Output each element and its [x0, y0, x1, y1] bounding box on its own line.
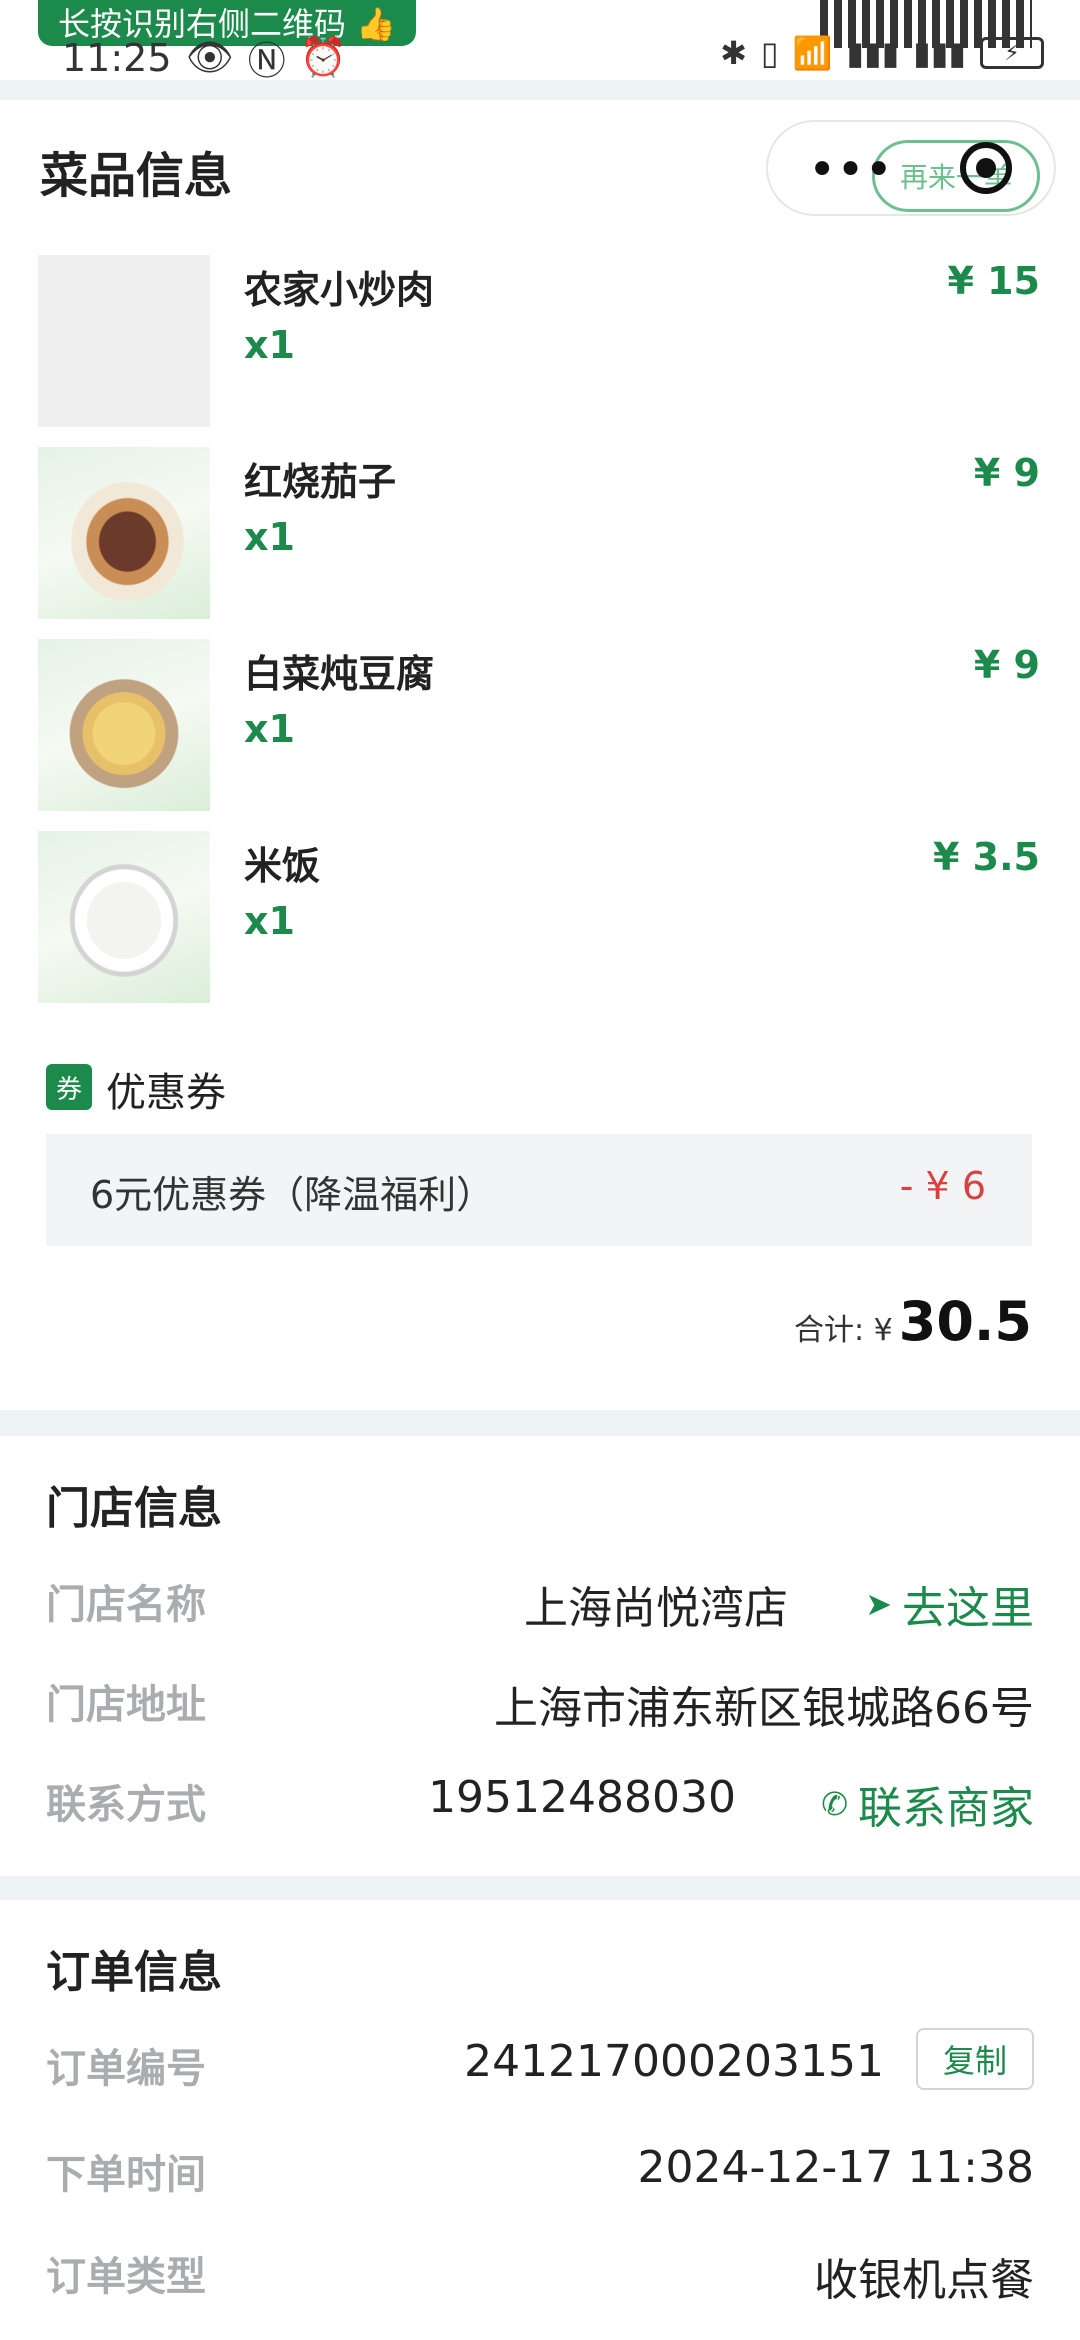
dishes-card: 菜品信息 再来一单 农家小炒肉 x1 ¥ 15 红烧茄子 x1 ¥ 9 白菜炖豆… [0, 100, 1080, 1410]
order-number-value: 241217000203151 [464, 2036, 884, 2087]
coupon-name: 6元优惠券（降温福利） [90, 1173, 495, 1217]
signal-icon: ▮▮▮ [846, 34, 900, 72]
battery-icon: ⚡ [980, 37, 1044, 69]
section-title-order: 订单信息 [46, 1947, 222, 1998]
vibrate-icon: ▯ [760, 34, 779, 72]
store-name-value: 上海尚悦湾店 [524, 1583, 788, 1634]
more-icon[interactable]: ••• [808, 142, 893, 198]
total-value: 30.5 [898, 1290, 1032, 1353]
dish-name: 米饭 [244, 844, 321, 888]
dish-image [38, 639, 210, 811]
dish-image [38, 831, 210, 1003]
dish-price: ¥ 3.5 [933, 835, 1040, 879]
order-number-label: 订单编号 [46, 2046, 206, 2092]
dish-quantity: x1 [244, 323, 295, 367]
eye-icon: 👁 [185, 35, 234, 79]
dish-quantity: x1 [244, 707, 295, 751]
order-time-value: 2024-12-17 11:38 [637, 2142, 1035, 2193]
coupon-amount: - ¥ 6 [899, 1164, 986, 1208]
store-address-row: 门店地址 上海市浦东新区银城路66号 [0, 1672, 1080, 1734]
phone-icon: ✆ [821, 1785, 848, 1823]
order-time-row: 下单时间 2024-12-17 11:38 [0, 2142, 1080, 2202]
section-title-dishes: 菜品信息 [40, 148, 233, 204]
reorder-button[interactable]: 再来一单 [872, 140, 1040, 212]
bluetooth-icon: ✱ [720, 34, 747, 72]
navigate-link[interactable]: ➤ 去这里 [865, 1572, 1034, 1636]
dish-item[interactable]: 白菜炖豆腐 x1 ¥ 9 [0, 639, 1080, 811]
contact-merchant-link[interactable]: ✆ 联系商家 [821, 1772, 1034, 1836]
clock: 11:25 👁 Ⓝ ⏰ [62, 30, 347, 85]
store-address-value: 上海市浦东新区银城路66号 [494, 1683, 1034, 1734]
store-contact-label: 联系方式 [46, 1782, 206, 1828]
total-label: 合计: ¥ [794, 1313, 893, 1348]
order-card: 订单信息 订单编号 241217000203151 复制 下单时间 2024-1… [0, 1900, 1080, 2340]
store-card: 门店信息 门店名称 上海尚悦湾店 ➤ 去这里 门店地址 上海市浦东新区银城路66… [0, 1436, 1080, 1876]
dish-quantity: x1 [244, 899, 295, 943]
contact-merchant-label: 联系商家 [858, 1783, 1034, 1834]
order-number-row: 订单编号 241217000203151 复制 [0, 2028, 1080, 2096]
store-name-row: 门店名称 上海尚悦湾店 ➤ 去这里 [0, 1572, 1080, 1634]
thumb-up-icon: 👍 [356, 5, 396, 43]
order-time-label: 下单时间 [46, 2152, 206, 2198]
system-icons: ✱ ▯ 📶 ▮▮▮ ▮▮▮ ⚡ [720, 34, 1044, 72]
store-contact-row: 联系方式 19512488030 ✆ 联系商家 [0, 1772, 1080, 1834]
order-type-label: 订单类型 [46, 2254, 206, 2300]
store-address-label: 门店地址 [46, 1682, 206, 1728]
alarm-icon: ⏰ [299, 35, 348, 79]
coupon-tag-icon: 券 [46, 1064, 92, 1110]
copy-button[interactable]: 复制 [916, 2028, 1034, 2090]
store-name-label: 门店名称 [46, 1582, 206, 1628]
order-type-value: 收银机点餐 [814, 2255, 1034, 2306]
dish-name: 红烧茄子 [244, 460, 397, 504]
dish-quantity: x1 [244, 515, 295, 559]
status-time: 11:25 [62, 35, 172, 80]
dish-image [38, 447, 210, 619]
dish-name: 白菜炖豆腐 [244, 652, 435, 696]
status-bar: 长按识别右侧二维码 👍 11:25 👁 Ⓝ ⏰ ✱ ▯ 📶 ▮▮▮ ▮▮▮ ⚡ [0, 0, 1080, 83]
dish-item[interactable]: 农家小炒肉 x1 ¥ 15 [0, 255, 1080, 427]
close-miniprogram-icon[interactable] [960, 142, 1012, 194]
dish-price: ¥ 9 [973, 643, 1040, 687]
dish-item[interactable]: 红烧茄子 x1 ¥ 9 [0, 447, 1080, 619]
wifi-icon: 📶 [792, 34, 833, 72]
section-title-store: 门店信息 [46, 1483, 222, 1534]
coupon-title: 优惠券 [106, 1070, 226, 1116]
store-phone-value: 19512488030 [428, 1772, 736, 1823]
dish-price: ¥ 15 [947, 259, 1040, 303]
navigate-label: 去这里 [902, 1583, 1034, 1634]
order-type-row: 订单类型 收银机点餐 [0, 2244, 1080, 2306]
dish-price: ¥ 9 [973, 451, 1040, 495]
coupon-box: 6元优惠券（降温福利） - ¥ 6 [46, 1134, 1032, 1246]
nfc-icon: Ⓝ [247, 39, 286, 83]
order-total: 合计: ¥ 30.5 [794, 1290, 1032, 1353]
dish-item[interactable]: 米饭 x1 ¥ 3.5 [0, 831, 1080, 1003]
signal-icon-2: ▮▮▮ [913, 34, 966, 72]
dish-name: 农家小炒肉 [244, 268, 435, 312]
navigation-arrow-icon: ➤ [865, 1585, 892, 1623]
dish-image [38, 255, 210, 427]
